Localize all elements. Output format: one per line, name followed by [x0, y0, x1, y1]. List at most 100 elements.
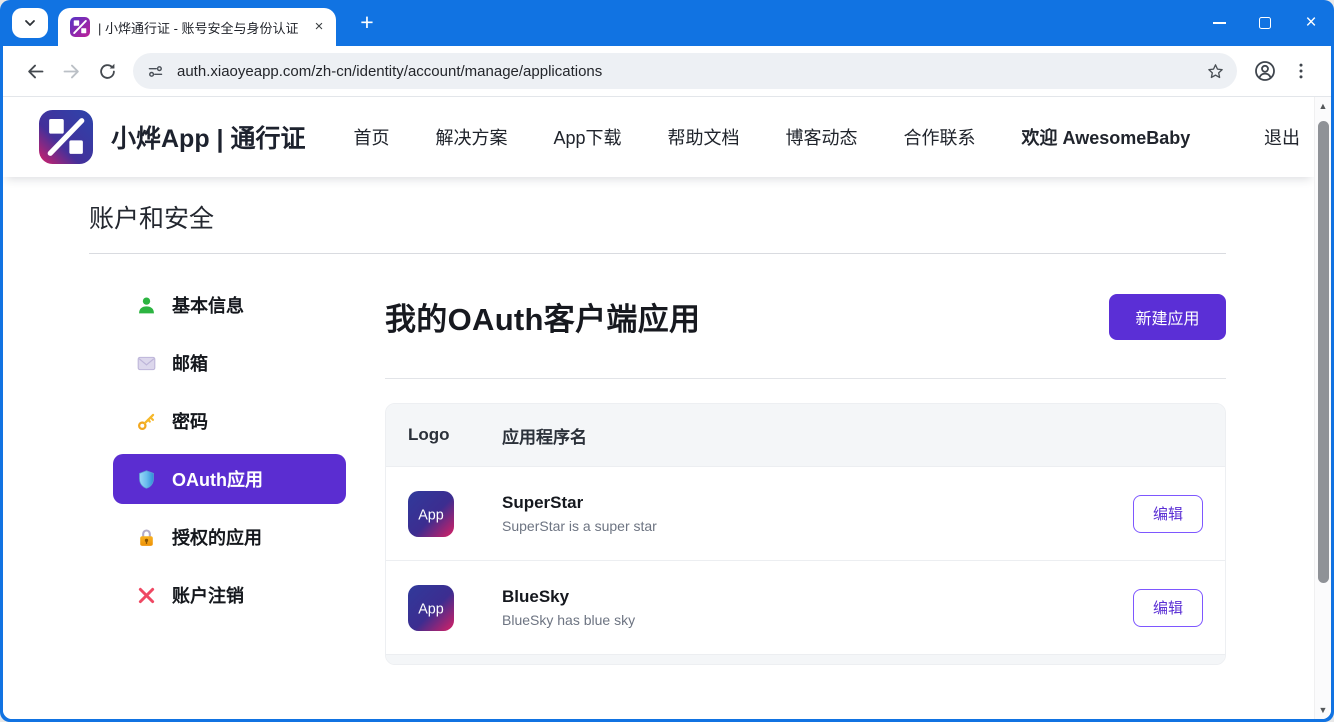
sidebar-item-label: 基本信息	[172, 292, 244, 318]
brand-logo-icon[interactable]	[39, 110, 93, 164]
column-header-logo: Logo	[408, 425, 502, 445]
nav-item-solutions[interactable]: 解决方案	[435, 124, 507, 150]
x-icon	[136, 585, 157, 606]
site-info-button[interactable]	[141, 57, 169, 85]
main-heading-row: 我的OAuth客户端应用 新建应用	[385, 294, 1226, 340]
new-app-button[interactable]: 新建应用	[1109, 294, 1226, 340]
app-info: BlueSky BlueSky has blue sky	[502, 587, 635, 628]
reload-icon	[97, 61, 118, 82]
back-icon	[25, 61, 46, 82]
apps-table-footer	[386, 654, 1225, 664]
edit-button[interactable]: 编辑	[1133, 495, 1203, 533]
tab-title: | 小烨通行证 - 账号安全与身份认证	[98, 18, 302, 37]
site-header: 小烨App | 通行证 首页 解决方案 App下载 帮助文档 博客动态 合作联系…	[3, 97, 1314, 177]
minimize-icon	[1213, 22, 1226, 24]
title-bar: | 小烨通行证 - 账号安全与身份认证 × + ×	[0, 0, 1334, 46]
apps-table: Logo 应用程序名 App	[385, 403, 1226, 665]
browser-tab[interactable]: | 小烨通行证 - 账号安全与身份认证 ×	[58, 8, 336, 46]
new-tab-button[interactable]: +	[352, 8, 382, 38]
close-icon: ×	[1305, 12, 1316, 34]
browser-window: | 小烨通行证 - 账号安全与身份认证 × + ×	[0, 0, 1334, 722]
nav-welcome-user[interactable]: 欢迎 AwesomeBaby	[1022, 124, 1191, 150]
scrollbar-thumb[interactable]	[1318, 121, 1329, 583]
nav-item-home[interactable]: 首页	[353, 124, 389, 150]
browser-toolbar: auth.xiaoyeapp.com/zh-cn/identity/accoun…	[3, 46, 1331, 97]
tab-close-icon[interactable]: ×	[310, 18, 328, 36]
maximize-button[interactable]	[1242, 0, 1288, 46]
sidebar-item-authorized-apps[interactable]: 授权的应用	[113, 512, 346, 562]
column-header-app-name: 应用程序名	[502, 423, 587, 448]
address-bar[interactable]: auth.xiaoyeapp.com/zh-cn/identity/accoun…	[133, 53, 1237, 89]
nav-item-blog[interactable]: 博客动态	[786, 124, 858, 150]
browser-body: auth.xiaoyeapp.com/zh-cn/identity/accoun…	[3, 46, 1331, 719]
sidebar-item-label: 账户注销	[172, 582, 244, 608]
edit-button[interactable]: 编辑	[1133, 589, 1203, 627]
app-description: BlueSky has blue sky	[502, 612, 635, 628]
scroll-down-icon[interactable]: ▼	[1315, 705, 1331, 715]
avatar-icon	[1253, 59, 1277, 83]
app-logo-cell: App	[408, 491, 502, 537]
page-scrollbar[interactable]: ▲ ▼	[1314, 97, 1331, 719]
table-row: App BlueSky BlueSky has blue sky 编辑	[386, 560, 1225, 654]
sidebar-item-basic-info[interactable]: 基本信息	[113, 280, 346, 330]
site-favicon	[70, 17, 90, 37]
bookmark-button[interactable]	[1201, 57, 1229, 85]
envelope-icon	[136, 353, 157, 374]
app-logo-text: App	[418, 601, 444, 617]
main-divider	[385, 378, 1226, 379]
sidebar-item-password[interactable]: 密码	[113, 396, 346, 446]
sidebar-item-label: 邮箱	[172, 350, 208, 376]
nav-logout[interactable]: 退出	[1264, 124, 1304, 150]
app-logo-icon: App	[408, 491, 454, 537]
star-icon	[1206, 62, 1225, 81]
shield-icon	[136, 469, 157, 490]
person-icon	[136, 295, 157, 316]
sidebar-item-delete-account[interactable]: 账户注销	[113, 570, 346, 620]
app-logo-text: App	[418, 507, 444, 523]
brand-name[interactable]: 小烨App | 通行证	[111, 119, 305, 155]
page-area: 小烨App | 通行证 首页 解决方案 App下载 帮助文档 博客动态 合作联系…	[3, 97, 1331, 719]
nav-item-contact[interactable]: 合作联系	[904, 124, 976, 150]
minimize-button[interactable]	[1196, 0, 1242, 46]
main-content: 我的OAuth客户端应用 新建应用 Logo 应用程序名	[385, 280, 1226, 665]
nav-item-help-docs[interactable]: 帮助文档	[668, 124, 740, 150]
close-button[interactable]: ×	[1288, 0, 1334, 46]
sidebar-item-label: 密码	[172, 408, 208, 434]
app-name: SuperStar	[502, 493, 657, 513]
menu-button[interactable]	[1283, 53, 1319, 89]
app-info: SuperStar SuperStar is a super star	[502, 493, 657, 534]
sidebar-item-label: OAuth应用	[172, 466, 263, 492]
sidebar-item-label: 授权的应用	[172, 524, 262, 550]
kebab-menu-icon	[1291, 61, 1311, 81]
url-text[interactable]: auth.xiaoyeapp.com/zh-cn/identity/accoun…	[177, 63, 602, 80]
account-sidebar: 基本信息 邮箱	[113, 280, 346, 665]
reload-button[interactable]	[89, 53, 125, 89]
title-divider	[89, 253, 1226, 254]
maximize-icon	[1259, 17, 1271, 29]
page-title: 账户和安全	[89, 199, 1226, 235]
window-controls: ×	[1196, 0, 1334, 46]
main-nav: 首页 解决方案 App下载 帮助文档 博客动态 合作联系 欢迎 AwesomeB…	[353, 124, 1304, 150]
app-description: SuperStar is a super star	[502, 518, 657, 534]
app-logo-cell: App	[408, 585, 502, 631]
site-info-icon	[147, 63, 164, 80]
scroll-up-icon[interactable]: ▲	[1315, 101, 1331, 111]
sidebar-item-email[interactable]: 邮箱	[113, 338, 346, 388]
forward-icon	[61, 61, 82, 82]
table-row: App SuperStar SuperStar is a super star …	[386, 466, 1225, 560]
page-content: 小烨App | 通行证 首页 解决方案 App下载 帮助文档 博客动态 合作联系…	[3, 97, 1314, 719]
forward-button[interactable]	[53, 53, 89, 89]
profile-button[interactable]	[1247, 53, 1283, 89]
content-row: 基本信息 邮箱	[89, 280, 1226, 665]
tab-search-button[interactable]	[12, 8, 48, 38]
app-name: BlueSky	[502, 587, 635, 607]
back-button[interactable]	[17, 53, 53, 89]
page-body: 账户和安全 基本信息	[3, 177, 1314, 665]
sidebar-item-oauth-apps[interactable]: OAuth应用	[113, 454, 346, 504]
lock-icon	[136, 527, 157, 548]
oauth-apps-heading: 我的OAuth客户端应用	[385, 294, 700, 339]
apps-table-header: Logo 应用程序名	[386, 404, 1225, 466]
nav-item-app-download[interactable]: App下载	[553, 124, 621, 150]
chevron-down-icon	[23, 16, 37, 30]
app-logo-icon: App	[408, 585, 454, 631]
